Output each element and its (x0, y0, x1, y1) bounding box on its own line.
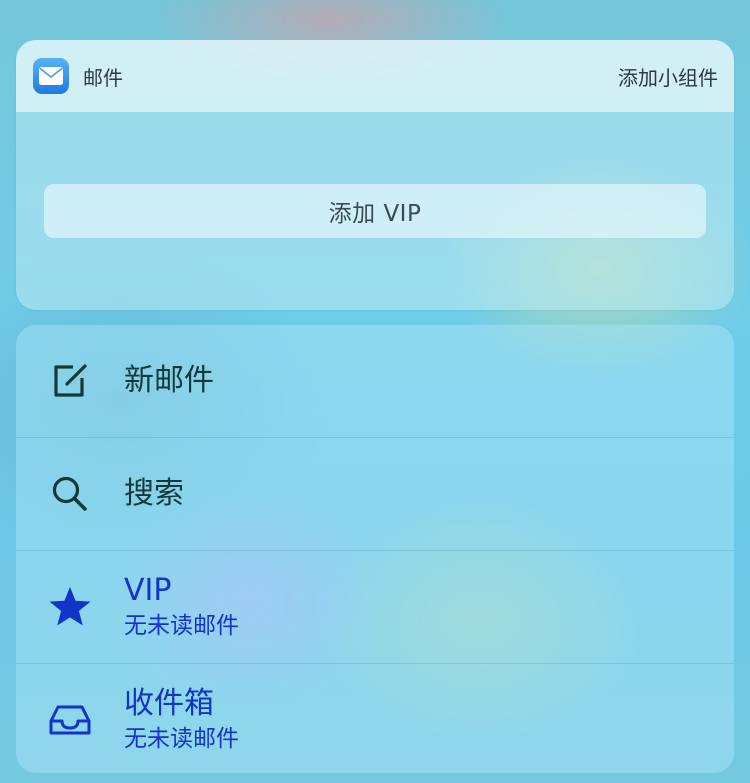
menu-item-title: 收件箱 (124, 686, 214, 721)
widget-header: 邮件 添加小组件 (16, 40, 734, 112)
menu-text: VIP 无未读邮件 (124, 573, 239, 641)
menu-item-title: VIP (124, 573, 172, 608)
menu-text: 新邮件 (124, 363, 214, 399)
menu-item-title: 新邮件 (124, 363, 214, 398)
widget-body: 添加 VIP (16, 112, 734, 310)
menu-item-inbox[interactable]: 收件箱 无未读邮件 (16, 663, 734, 773)
compose-icon (46, 357, 94, 405)
menu-item-subtitle: 无未读邮件 (124, 726, 239, 752)
menu-item-new-mail[interactable]: 新邮件 (16, 325, 734, 437)
menu-item-subtitle: 无未读邮件 (124, 613, 239, 639)
add-vip-button[interactable]: 添加 VIP (44, 184, 706, 238)
widget-app-name: 邮件 (83, 65, 123, 90)
search-icon (46, 470, 94, 518)
menu-text: 收件箱 无未读邮件 (124, 686, 239, 754)
menu-text: 搜索 (124, 476, 184, 512)
mail-envelope-icon (33, 58, 69, 94)
add-widget-button[interactable]: 添加小组件 (618, 62, 718, 91)
star-icon (46, 583, 94, 631)
menu-item-search[interactable]: 搜索 (16, 437, 734, 550)
quick-actions-menu: 新邮件 搜索 VIP 无未读邮件 收件箱 无未读邮件 (16, 325, 734, 773)
menu-item-vip[interactable]: VIP 无未读邮件 (16, 550, 734, 663)
menu-item-title: 搜索 (124, 476, 184, 511)
mail-widget: 邮件 添加小组件 添加 VIP (16, 40, 734, 310)
inbox-tray-icon (46, 696, 94, 744)
